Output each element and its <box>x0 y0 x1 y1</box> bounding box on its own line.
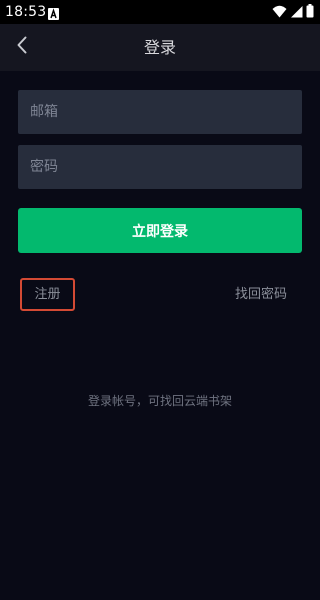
login-button[interactable]: 立即登录 <box>18 208 302 253</box>
wifi-icon <box>272 3 287 22</box>
status-bar: 18:53 <box>0 0 320 24</box>
status-icons <box>272 3 314 22</box>
notification-a-icon <box>48 5 59 20</box>
login-screen: 18:53 登录 邮箱 立即登录 注册 找回密码 登录帐号，可找回云端书架 <box>0 0 320 600</box>
page-title: 登录 <box>143 38 176 57</box>
status-time: 18:53 <box>5 4 47 20</box>
chevron-left-icon <box>16 36 28 58</box>
forgot-password-link[interactable]: 找回密码 <box>235 284 287 306</box>
register-link[interactable]: 注册 <box>20 278 75 311</box>
login-hint-text: 登录帐号，可找回云端书架 <box>87 394 232 408</box>
password-field[interactable] <box>18 145 302 189</box>
battery-icon <box>306 3 314 22</box>
signal-icon <box>290 3 303 22</box>
email-field[interactable] <box>18 90 302 134</box>
header-bar: 登录 <box>0 24 320 71</box>
back-button[interactable] <box>8 33 36 61</box>
